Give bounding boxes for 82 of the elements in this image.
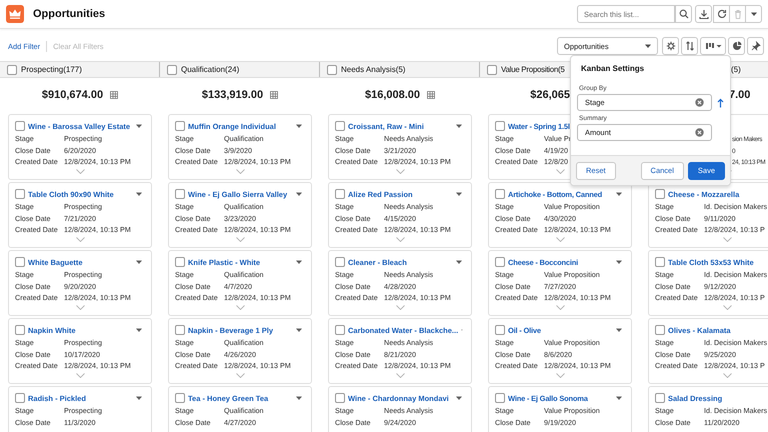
chevron-down-icon [556,373,564,378]
grid-icon [427,91,436,99]
checkbox[interactable] [7,64,17,74]
sort-button[interactable] [681,37,698,55]
search-icon [678,9,688,19]
chevron-down-icon [722,373,732,378]
checkbox[interactable] [335,325,345,335]
checkbox[interactable] [15,189,25,199]
refresh-icon [716,9,726,19]
search-button[interactable] [675,5,692,23]
arrow-up-icon [717,98,724,108]
chevron-down-icon [236,169,244,174]
checkbox[interactable] [495,189,505,199]
column-header: Qualification(24) [160,62,320,77]
chevron-down-icon [236,237,244,242]
chevron-down-icon [76,237,84,242]
chevron-down-icon [556,305,564,310]
checkbox[interactable] [335,393,345,403]
checkbox[interactable] [15,393,25,403]
settings-button[interactable] [662,37,679,55]
column-total: 7.00 [729,89,750,101]
checkbox[interactable] [655,393,665,403]
chevron-down-icon [76,305,84,310]
checkbox[interactable] [335,257,345,267]
checkbox[interactable] [175,325,185,335]
column-total: $26,065 [530,89,570,101]
checkbox[interactable] [495,121,505,131]
clear-icon [695,98,704,107]
gear-icon [666,41,676,51]
chevron-down-icon [722,305,732,310]
checkbox[interactable] [495,325,505,335]
sort-icon [684,41,694,51]
download-icon [698,9,708,19]
clear-icon [695,128,704,137]
checkbox[interactable] [495,257,505,267]
checkbox[interactable] [335,189,345,199]
chevron-down-icon [396,169,404,174]
checkbox[interactable] [175,121,185,131]
column-header: Needs Analysis(5) [320,62,480,77]
checkbox[interactable] [175,189,185,199]
chart-button[interactable] [728,37,745,55]
crown-icon [6,5,24,23]
chevron-down-icon [396,373,404,378]
chevron-down-icon [76,169,84,174]
checkbox[interactable] [495,393,505,403]
chevron-down-icon [556,169,564,174]
pin-icon [750,41,760,51]
trash-icon [732,9,742,19]
more-button[interactable] [745,5,762,23]
column-header: Prospecting(177) [0,62,160,77]
chevron-down-icon [76,373,84,378]
chevron-down-icon [396,237,404,242]
checkbox[interactable] [167,64,177,74]
column-total: $133,919.00 [202,89,264,101]
checkbox[interactable] [327,64,337,74]
chevron-down-icon [556,237,564,242]
chevron-down-icon [722,237,732,242]
pie-chart-icon [732,41,742,51]
pin-button[interactable] [747,37,764,55]
sort-order-button[interactable] [717,98,724,108]
chevron-down-icon [236,373,244,378]
grid-icon [270,91,278,99]
column-total: $910,674.00 [42,89,104,101]
checkbox[interactable] [175,393,185,403]
download-button[interactable] [695,5,712,23]
checkbox[interactable] [15,325,25,335]
checkbox[interactable] [15,121,25,131]
checkbox[interactable] [655,325,665,335]
chevron-down-icon [236,305,244,310]
column-total: $16,008.00 [364,89,420,101]
checkbox[interactable] [175,257,185,267]
refresh-button[interactable] [713,5,730,23]
kanban-icon [704,41,714,51]
grid-icon [110,91,118,99]
checkbox[interactable] [655,257,665,267]
checkbox[interactable] [655,189,665,199]
kanban-button[interactable] [700,37,726,55]
chevron-down-icon [396,305,404,310]
page-title: Opportunities [33,8,106,20]
checkbox[interactable] [487,64,497,74]
checkbox[interactable] [335,121,345,131]
checkbox[interactable] [15,257,25,267]
